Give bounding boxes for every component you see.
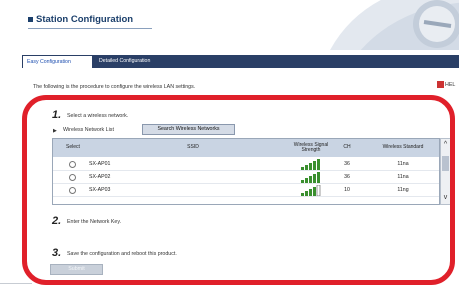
signal-bar <box>305 191 308 196</box>
table-row[interactable]: SX-AP03 10 11ng <box>53 184 439 197</box>
title-bullet-icon <box>28 17 33 22</box>
tab-detailed-configuration[interactable]: Detailed Configuration <box>95 55 154 68</box>
signal-bar <box>316 185 321 196</box>
signal-strength-icon <box>301 172 320 183</box>
table-header-row: Select SSID Wireless Signal Strength CH … <box>53 139 439 157</box>
signal-bar <box>305 178 308 183</box>
intro-text: The following is the procedure to config… <box>33 84 196 90</box>
ch-cell: 36 <box>344 161 350 167</box>
select-radio[interactable] <box>69 187 76 194</box>
signal-bar <box>309 176 312 183</box>
help-icon <box>437 81 444 88</box>
select-radio[interactable] <box>69 161 76 168</box>
ch-cell: 36 <box>344 174 350 180</box>
signal-bar <box>309 163 312 170</box>
signal-bar <box>305 165 308 170</box>
scroll-up-icon[interactable]: ^ <box>441 139 450 151</box>
standard-cell: 11na <box>397 161 409 167</box>
search-wireless-networks-button[interactable]: Search Wireless Networks <box>142 124 235 135</box>
header-decoration <box>330 0 459 50</box>
tab-easy-configuration[interactable]: Easy Configuration <box>22 55 93 68</box>
ch-cell: 10 <box>344 187 350 193</box>
help-label: HEL <box>445 81 456 88</box>
header-signal-strength: Wireless Signal Strength <box>293 141 329 153</box>
signal-bar <box>301 180 304 183</box>
wireless-network-list-label[interactable]: Wireless Network List <box>63 127 114 133</box>
help-link[interactable]: HEL <box>437 81 455 88</box>
signal-bar <box>313 187 316 196</box>
standard-cell: 11na <box>397 174 409 180</box>
scroll-down-icon[interactable]: v <box>441 192 450 204</box>
ssid-cell: SX-AP03 <box>89 187 111 193</box>
header-ssid: SSID <box>187 144 199 151</box>
page-divider <box>0 283 32 293</box>
signal-bar <box>317 172 320 183</box>
step-2-text: Enter the Network Key. <box>67 219 122 225</box>
signal-strength-icon <box>301 185 321 196</box>
header-ch: CH <box>343 144 351 151</box>
step-2-number: 2. <box>52 215 62 227</box>
wireless-network-table: Select SSID Wireless Signal Strength CH … <box>52 138 440 205</box>
page-header <box>0 0 459 50</box>
signal-bar <box>301 193 304 196</box>
step-3-number: 3. <box>52 247 62 259</box>
signal-bar <box>313 161 316 170</box>
signal-bar <box>317 159 320 170</box>
select-radio[interactable] <box>69 174 76 181</box>
header-select: Select <box>66 144 80 151</box>
submit-button[interactable]: Submit <box>50 264 103 275</box>
signal-bar <box>309 189 312 196</box>
header-wireless-standard: Wireless Standard <box>382 144 424 151</box>
ssid-cell: SX-AP01 <box>89 161 111 167</box>
page-title: Station Configuration <box>36 14 134 25</box>
ssid-cell: SX-AP02 <box>89 174 111 180</box>
scroll-thumb[interactable] <box>442 156 449 171</box>
step-1-text: Select a wireless network. <box>67 113 129 119</box>
signal-strength-icon <box>301 159 320 170</box>
title-divider <box>28 28 152 29</box>
signal-bar <box>313 174 316 183</box>
table-scrollbar[interactable]: ^ v <box>440 138 451 205</box>
step-3-text: Save the configuration and reboot this p… <box>67 251 177 257</box>
signal-bar <box>301 167 304 170</box>
table-row[interactable]: SX-AP02 36 11na <box>53 171 439 184</box>
expand-arrow-icon[interactable]: ▶ <box>53 128 57 134</box>
step-1-number: 1. <box>52 109 62 121</box>
table-row[interactable]: SX-AP01 36 11na <box>53 158 439 171</box>
standard-cell: 11ng <box>397 187 409 193</box>
